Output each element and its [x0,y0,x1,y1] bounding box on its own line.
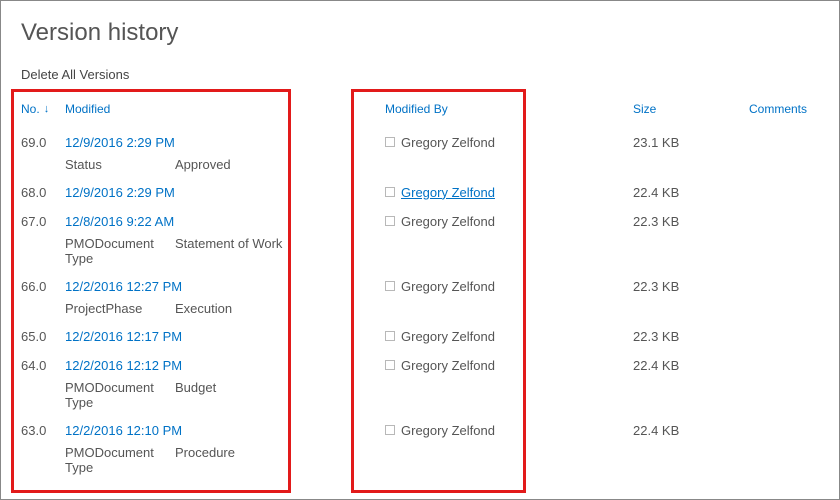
version-row: 68.0 12/9/2016 2:29 PM Gregory Zelfond 22.4… [21,174,819,203]
presence-icon [385,360,395,370]
header-no[interactable]: No. [21,102,40,116]
presence-icon [385,425,395,435]
version-number: 63.0 [21,423,46,438]
metadata-value: Statement of Work [175,236,282,266]
metadata-value: Approved [175,157,231,172]
version-size: 23.1 KB [633,135,679,150]
version-modified-link[interactable]: 12/9/2016 2:29 PM [65,185,175,200]
version-modified-link[interactable]: 12/2/2016 12:17 PM [65,329,182,344]
metadata-value: Budget [175,380,216,410]
table-header-row: No. ↓ Modified Modified By Size Comments [21,96,819,124]
version-metadata-row: PMODocument TypeProcedure [21,441,819,477]
version-row: 63.0 12/2/2016 12:10 PM Gregory Zelfond 22.… [21,412,819,477]
version-modified-link[interactable]: 12/2/2016 12:10 PM [65,423,182,438]
presence-icon [385,331,395,341]
presence-icon [385,187,395,197]
version-metadata-row: StatusApproved [21,153,819,174]
presence-icon [385,281,395,291]
page-title: Version history [21,19,819,47]
modified-by-name[interactable]: Gregory Zelfond [401,185,495,200]
version-size: 22.4 KB [633,185,679,200]
version-row: 67.0 12/8/2016 9:22 AM Gregory Zelfond 22.3… [21,203,819,268]
header-size[interactable]: Size [633,102,656,116]
metadata-label: ProjectPhase [65,301,175,316]
presence-icon [385,137,395,147]
version-size: 22.4 KB [633,423,679,438]
version-number: 66.0 [21,279,46,294]
header-comments[interactable]: Comments [749,102,807,116]
version-modified-link[interactable]: 12/9/2016 2:29 PM [65,135,175,150]
modified-by-name: Gregory Zelfond [401,214,495,229]
metadata-label: Status [65,157,175,172]
version-number: 65.0 [21,329,46,344]
version-row: 66.0 12/2/2016 12:27 PM Gregory Zelfond 22.… [21,268,819,318]
modified-by-name: Gregory Zelfond [401,423,495,438]
header-modified[interactable]: Modified [65,102,110,116]
version-size: 22.3 KB [633,214,679,229]
metadata-label: PMODocument Type [65,445,175,475]
version-metadata-row: ProjectPhaseExecution [21,297,819,318]
version-metadata-row: PMODocument TypeStatement of Work [21,232,819,268]
version-number: 69.0 [21,135,46,150]
metadata-value: Procedure [175,445,235,475]
metadata-label: PMODocument Type [65,380,175,410]
sort-descending-icon: ↓ [44,103,50,115]
metadata-value: Execution [175,301,232,316]
modified-by-name: Gregory Zelfond [401,279,495,294]
version-modified-link[interactable]: 12/2/2016 12:27 PM [65,279,182,294]
version-modified-link[interactable]: 12/2/2016 12:12 PM [65,358,182,373]
version-modified-link[interactable]: 12/8/2016 9:22 AM [65,214,174,229]
version-size: 22.4 KB [633,358,679,373]
version-number: 68.0 [21,185,46,200]
presence-icon [385,216,395,226]
version-size: 22.3 KB [633,329,679,344]
version-row: 64.0 12/2/2016 12:12 PM Gregory Zelfond 22.… [21,347,819,412]
version-row: 69.0 12/9/2016 2:29 PM Gregory Zelfond 23.1… [21,124,819,174]
modified-by-name: Gregory Zelfond [401,135,495,150]
version-size: 22.3 KB [633,279,679,294]
modified-by-name: Gregory Zelfond [401,358,495,373]
modified-by-name: Gregory Zelfond [401,329,495,344]
metadata-label: PMODocument Type [65,236,175,266]
version-number: 64.0 [21,358,46,373]
version-metadata-row: PMODocument TypeBudget [21,376,819,412]
version-number: 67.0 [21,214,46,229]
header-modified-by[interactable]: Modified By [385,102,448,116]
version-row: 65.0 12/2/2016 12:17 PM Gregory Zelfond 22.… [21,318,819,347]
delete-all-versions-link[interactable]: Delete All Versions [21,67,129,82]
